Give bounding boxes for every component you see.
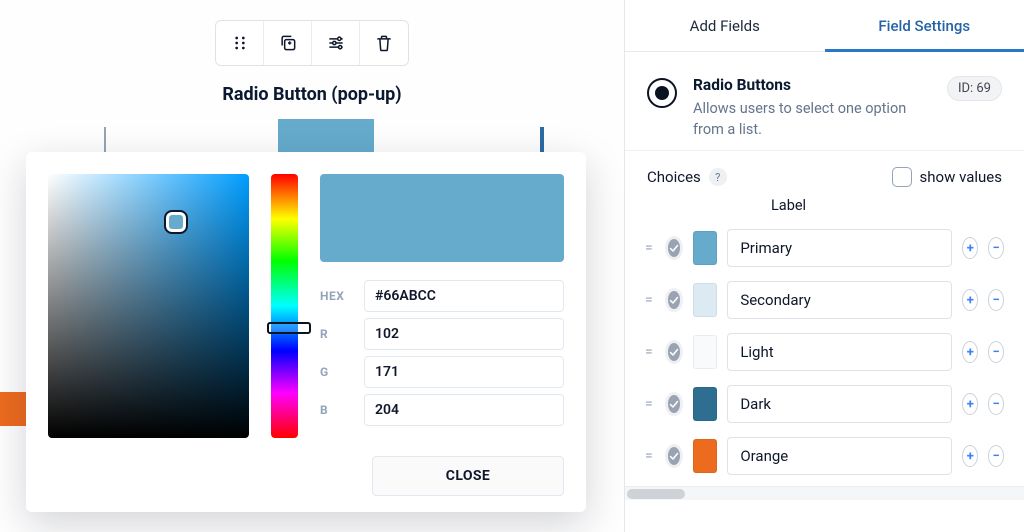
hex-input[interactable] [364, 280, 564, 312]
preview-swatch-orange [0, 392, 26, 426]
remove-choice-button[interactable]: − [988, 341, 1004, 363]
add-choice-button[interactable]: + [962, 445, 978, 467]
add-choice-button[interactable]: + [962, 341, 978, 363]
g-label: G [320, 365, 354, 379]
choice-row: = +− [645, 430, 1004, 482]
choice-label-input[interactable] [727, 333, 952, 371]
drag-handle-button[interactable] [216, 21, 264, 65]
close-button[interactable]: CLOSE [372, 456, 564, 496]
choice-label-input[interactable] [727, 385, 952, 423]
canvas-area: Radio Button (pop-up) HEX [0, 0, 624, 532]
default-toggle[interactable] [665, 236, 683, 260]
saturation-cursor[interactable] [166, 212, 186, 232]
default-toggle[interactable] [665, 392, 683, 416]
choice-swatch[interactable] [693, 335, 717, 369]
help-icon[interactable]: ? [709, 168, 727, 186]
horizontal-scrollbar[interactable] [625, 486, 1024, 500]
r-input[interactable] [364, 318, 564, 350]
choice-row: = +− [645, 326, 1004, 378]
delete-button[interactable] [360, 21, 408, 65]
choice-swatch[interactable] [693, 283, 717, 317]
choice-swatch[interactable] [693, 387, 717, 421]
choice-label-input[interactable] [727, 281, 952, 319]
hue-thumb[interactable] [267, 322, 311, 334]
b-input[interactable] [364, 394, 564, 426]
color-picker-modal: HEX R G B [26, 152, 586, 512]
choice-row: = +− [645, 378, 1004, 430]
drag-icon[interactable]: = [645, 448, 655, 464]
choice-list: =+−=+−=+−=+−=+− [625, 222, 1024, 482]
saturation-field[interactable] [48, 174, 249, 438]
choice-label-input[interactable] [727, 229, 952, 267]
r-label: R [320, 327, 354, 341]
choice-row: = +− [645, 274, 1004, 326]
add-choice-button[interactable]: + [962, 237, 978, 259]
field-toolbar [0, 0, 624, 66]
drag-icon[interactable]: = [645, 240, 655, 256]
g-input[interactable] [364, 356, 564, 388]
remove-choice-button[interactable]: − [988, 237, 1004, 259]
duplicate-button[interactable] [264, 21, 312, 65]
drag-icon[interactable]: = [645, 292, 655, 308]
drag-icon[interactable]: = [645, 396, 655, 412]
choice-swatch[interactable] [693, 439, 717, 473]
choice-label-input[interactable] [727, 437, 952, 475]
hex-label: HEX [320, 289, 354, 303]
field-id-badge: ID: 69 [947, 76, 1002, 101]
field-title: Radio Button (pop-up) [0, 84, 624, 105]
choices-label: Choices [647, 168, 701, 186]
add-choice-button[interactable]: + [962, 393, 978, 415]
show-values-label: show values [920, 168, 1002, 186]
preview-mark [540, 127, 544, 155]
tab-field-settings[interactable]: Field Settings [825, 0, 1024, 51]
hue-slider[interactable] [271, 174, 298, 438]
tabs: Add Fields Field Settings [625, 0, 1024, 52]
default-toggle[interactable] [665, 288, 683, 312]
tab-add-fields[interactable]: Add Fields [625, 0, 825, 51]
default-toggle[interactable] [665, 444, 683, 468]
remove-choice-button[interactable]: − [988, 445, 1004, 467]
default-toggle[interactable] [665, 340, 683, 364]
show-values-checkbox[interactable] [892, 167, 912, 187]
settings-button[interactable] [312, 21, 360, 65]
choice-row: = +− [645, 222, 1004, 274]
choice-swatch[interactable] [693, 231, 717, 265]
field-type-desc: Allows users to select one option from a… [693, 98, 931, 140]
remove-choice-button[interactable]: − [988, 393, 1004, 415]
add-choice-button[interactable]: + [962, 289, 978, 311]
label-column-header: Label [625, 191, 1024, 222]
drag-icon[interactable]: = [645, 344, 655, 360]
preview-mark [104, 127, 106, 155]
scrollbar-thumb[interactable] [627, 489, 685, 499]
show-values-toggle[interactable]: show values [892, 167, 1002, 187]
field-type-name: Radio Buttons [693, 76, 931, 94]
settings-panel: Add Fields Field Settings Radio Buttons … [624, 0, 1024, 532]
radio-icon [647, 78, 677, 108]
color-preview-swatch [320, 174, 564, 262]
b-label: B [320, 403, 354, 417]
remove-choice-button[interactable]: − [988, 289, 1004, 311]
